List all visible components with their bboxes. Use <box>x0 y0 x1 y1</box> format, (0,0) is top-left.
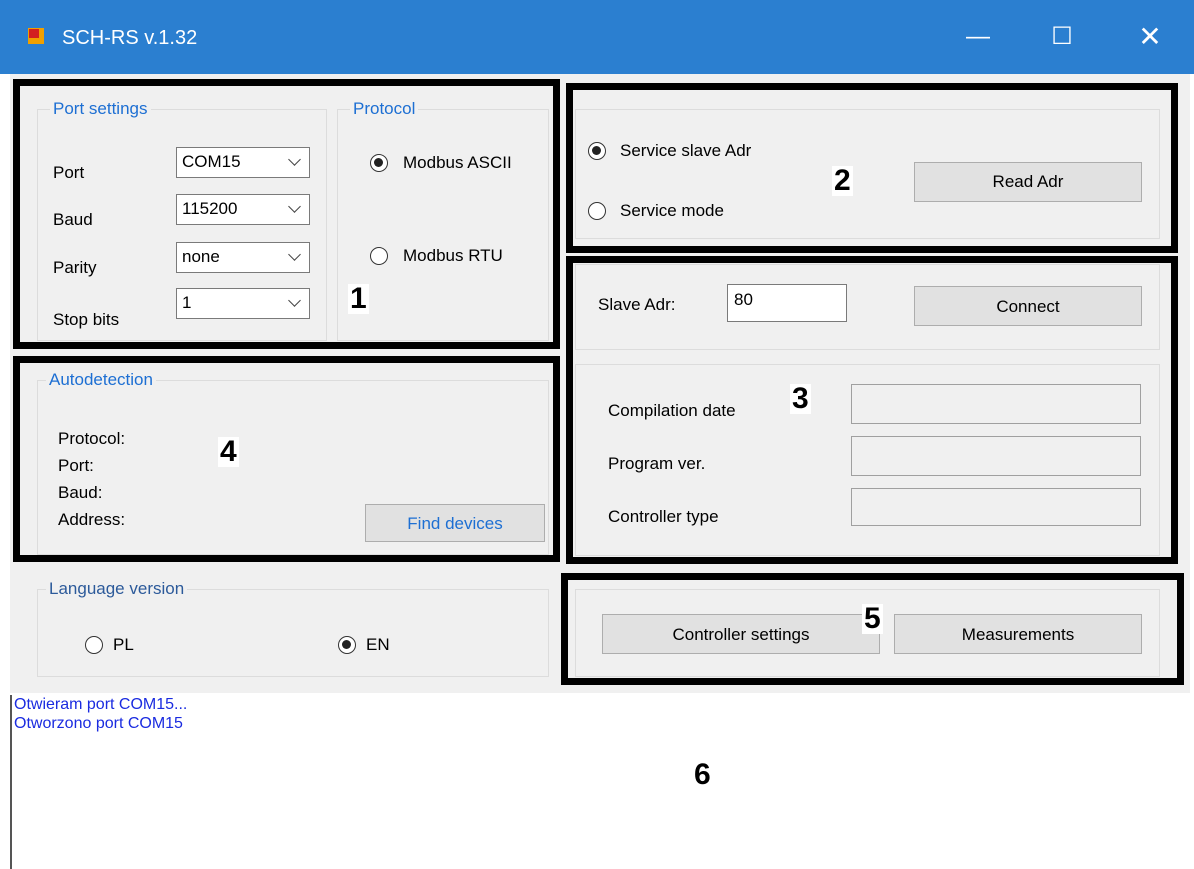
annotation-frame-4 <box>13 356 560 562</box>
title-bar: SCH-RS v.1.32 — ☐ ✕ <box>0 0 1194 74</box>
language-en-label[interactable]: EN <box>366 635 390 655</box>
language-pl-label[interactable]: PL <box>113 635 134 655</box>
annotation-number-4: 4 <box>218 435 239 468</box>
maximize-button[interactable]: ☐ <box>1032 14 1092 60</box>
language-en-radio[interactable] <box>338 636 356 654</box>
language-pl-radio[interactable] <box>85 636 103 654</box>
annotation-frame-3 <box>566 256 1178 564</box>
annotation-frame-1 <box>13 79 560 349</box>
log-line: Otworzono port COM15 <box>14 715 183 732</box>
annotation-frame-2 <box>566 83 1178 253</box>
annotation-number-2: 2 <box>832 164 853 197</box>
window-title: SCH-RS v.1.32 <box>62 27 198 49</box>
annotation-number-5: 5 <box>862 602 883 635</box>
minimize-button[interactable]: — <box>948 14 1008 60</box>
close-button[interactable]: ✕ <box>1120 14 1180 60</box>
annotation-number-3: 3 <box>790 382 811 415</box>
language-title: Language version <box>46 580 188 598</box>
annotation-number-6: 6 <box>694 758 711 791</box>
annotation-number-1: 1 <box>348 282 369 315</box>
app-icon <box>28 28 44 44</box>
language-group: Language version <box>37 580 549 677</box>
log-output[interactable]: Otwieram port COM15... Otworzono port CO… <box>10 695 1190 869</box>
log-line: Otwieram port COM15... <box>14 696 188 713</box>
client-area: Port settings Port COM15 Baud 115200 Par… <box>10 74 1190 693</box>
